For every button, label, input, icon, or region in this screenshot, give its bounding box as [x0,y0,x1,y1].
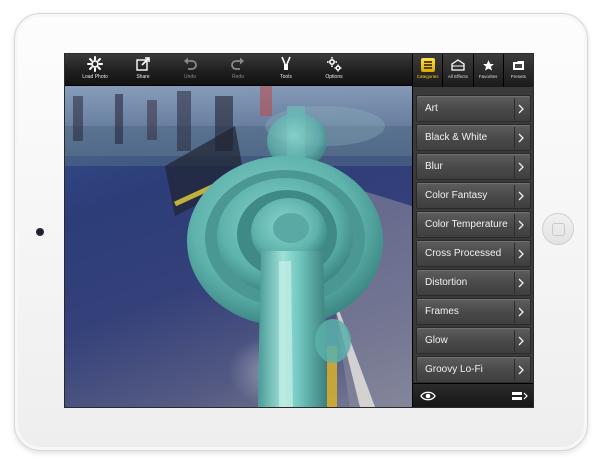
chevron-right-icon [514,330,527,352]
sidebar-bottom-bar [412,383,533,407]
category-list: Art Black & White Blur Color Fantasy Col… [412,87,533,383]
photo-canvas[interactable] [65,86,412,407]
tab-favorites[interactable]: Favorites [472,54,503,87]
tab-favorites-label: Favorites [478,74,498,79]
category-item-art[interactable]: Art [416,95,531,122]
options-gears-icon [327,57,342,72]
tools-label: Tools [280,74,292,80]
category-item-glow[interactable]: Glow [416,327,531,354]
load-photo-button[interactable]: Load Photo [70,56,120,84]
undo-button[interactable]: Undo [165,56,215,84]
category-item-blur[interactable]: Blur [416,153,531,180]
front-camera [36,228,44,236]
chevron-right-icon [514,156,527,178]
redo-icon [231,57,244,70]
main-toolbar: Load Photo Share Undo Redo Tools Options [65,54,412,86]
railing-photo [65,86,412,407]
brush-tools-icon [281,56,291,70]
category-label: Blur [425,161,443,172]
app-screen: Load Photo Share Undo Redo Tools Options… [65,54,533,407]
tab-all-effects[interactable]: All Effects [442,54,472,87]
tools-button[interactable]: Tools [261,56,311,84]
tab-categories-label: Categories [416,74,439,79]
ipad-frame: Load Photo Share Undo Redo Tools Options… [14,13,588,451]
presets-icon [511,58,525,72]
gear-icon [87,56,103,72]
category-item-color-temperature[interactable]: Color Temperature [416,211,531,238]
category-label: Frames [425,306,459,317]
chevron-right-icon [514,301,527,323]
category-label: Color Temperature [425,219,508,230]
tab-all-effects-label: All Effects [447,74,468,79]
share-icon [136,57,150,71]
chevron-right-icon [514,243,527,265]
category-item-groovy-lofi[interactable]: Groovy Lo-Fi [416,356,531,383]
tab-categories[interactable]: Categories [412,54,442,87]
category-item-color-fantasy[interactable]: Color Fantasy [416,182,531,209]
chevron-right-icon [514,185,527,207]
share-button[interactable]: Share [118,56,168,84]
effect-tabs: Categories All Effects Favorites Presets [412,54,533,87]
chevron-right-icon [514,272,527,294]
undo-icon [184,57,197,70]
category-label: Glow [425,335,448,346]
categories-icon [420,58,435,72]
chevron-right-icon [514,359,527,381]
category-item-cross-processed[interactable]: Cross Processed [416,240,531,267]
redo-button[interactable]: Redo [213,56,263,84]
category-label: Color Fantasy [425,190,488,201]
chevron-right-icon [514,214,527,236]
category-label: Distortion [425,277,468,288]
category-label: Black & White [425,132,488,143]
category-label: Groovy Lo-Fi [425,364,483,375]
redo-label: Redo [232,74,244,80]
category-item-frames[interactable]: Frames [416,298,531,325]
category-item-black-white[interactable]: Black & White [416,124,531,151]
category-label: Art [425,103,438,114]
tab-presets-label: Presets [510,74,526,79]
chevron-right-icon [514,127,527,149]
load-photo-label: Load Photo [82,74,108,80]
category-item-distortion[interactable]: Distortion [416,269,531,296]
undo-label: Undo [184,74,196,80]
options-button[interactable]: Options [309,56,359,84]
home-button[interactable] [542,213,574,245]
eye-icon[interactable] [420,390,436,402]
panel-toggle-icon[interactable] [512,391,528,401]
tab-presets[interactable]: Presets [502,54,533,87]
chevron-right-icon [514,98,527,120]
share-label: Share [136,74,150,80]
all-effects-icon [451,58,465,72]
category-label: Cross Processed [425,248,502,259]
options-label: Options [325,74,343,80]
star-icon [481,58,495,72]
